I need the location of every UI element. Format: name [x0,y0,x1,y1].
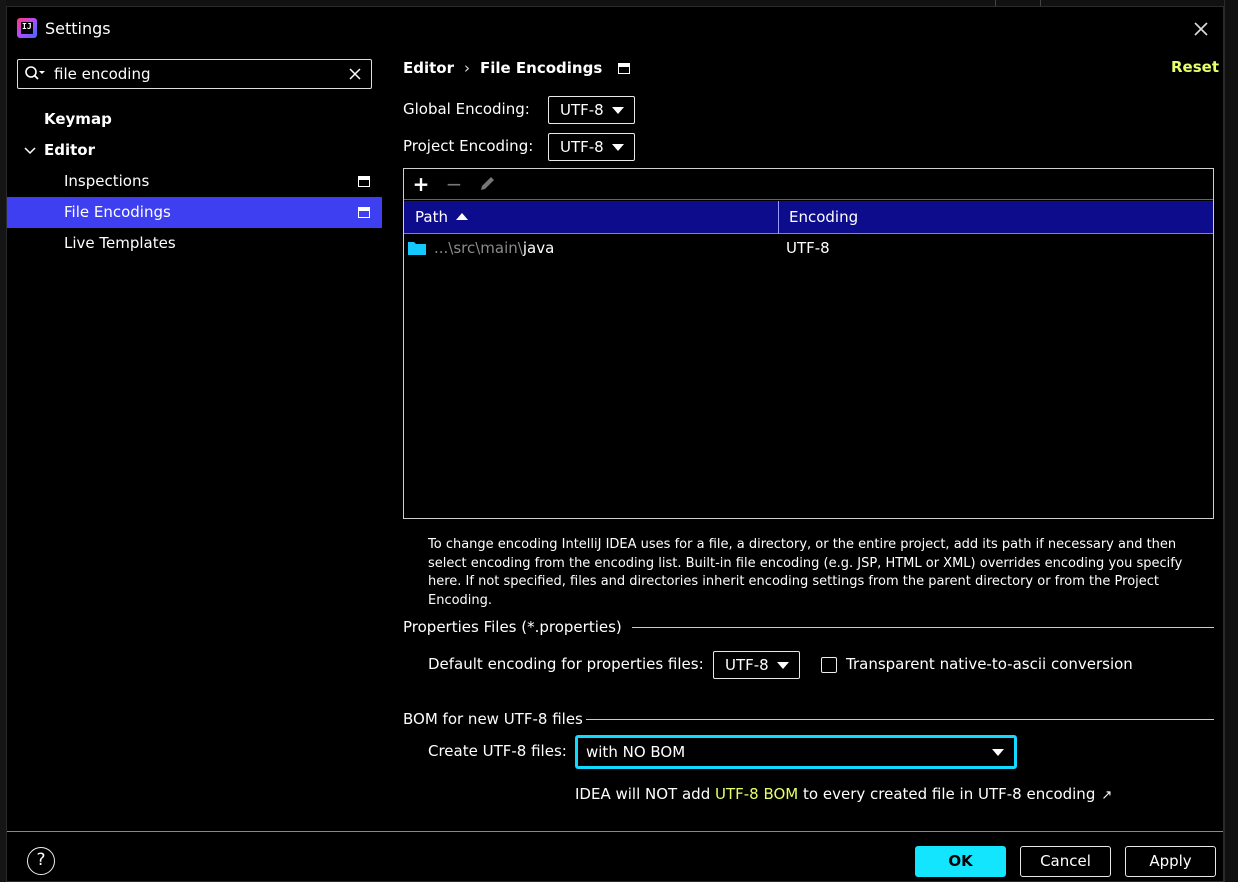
properties-encoding-value: UTF-8 [725,656,769,674]
breadcrumb-parent[interactable]: Editor [403,59,454,77]
column-header-encoding[interactable]: Encoding [789,208,858,226]
utf8-bom-link[interactable]: UTF-8 BOM [715,785,798,803]
footer-divider [7,831,1223,832]
settings-sidebar: Keymap Editor Inspections File Encodings… [7,51,383,831]
help-button[interactable]: ? [27,847,55,875]
create-utf8-label: Create UTF-8 files: [428,742,567,760]
encoding-help-text: To change encoding IntelliJ IDEA uses fo… [428,537,1183,608]
breadcrumb-current: File Encodings [480,59,603,77]
cancel-button[interactable]: Cancel [1020,846,1111,877]
column-divider[interactable] [778,201,779,234]
sidebar-item-label: File Encodings [64,203,171,221]
intellij-logo-icon: IJ [17,18,37,38]
column-header-path[interactable]: Path [415,208,448,226]
project-level-icon [358,176,370,187]
table-toolbar: + − [404,169,1213,200]
ok-button[interactable]: OK [915,846,1006,877]
project-encoding-select[interactable]: UTF-8 [548,133,635,161]
transparent-conversion-label[interactable]: Transparent native-to-ascii conversion [846,655,1133,673]
bom-note-suffix: to every created file in UTF-8 encoding [798,785,1096,803]
breadcrumb: Editor › File Encodings [403,57,631,79]
properties-default-label: Default encoding for properties files: [428,655,704,673]
bom-section-title: BOM for new UTF-8 files [403,710,583,728]
path-encoding-table: + − Path Encoding ...\src\main\java UTF-… [403,168,1214,519]
reset-link[interactable]: Reset [1171,58,1219,76]
sidebar-item-label: Keymap [44,110,112,128]
sidebar-item-label: Live Templates [64,234,176,252]
dropdown-arrow-icon [612,107,624,114]
sidebar-item-editor[interactable]: Editor [7,135,382,166]
table-header: Path Encoding [404,201,1213,234]
create-utf8-select[interactable]: with NO BOM [575,735,1017,769]
edit-pencil-icon[interactable] [476,173,498,195]
global-encoding-select[interactable]: UTF-8 [548,96,635,124]
sidebar-item-live-templates[interactable]: Live Templates [7,228,382,259]
external-link-icon[interactable]: ↗ [1101,788,1112,803]
settings-dialog: IJ Settings Keymap Editor [6,6,1224,882]
dropdown-arrow-icon [992,749,1004,756]
path-prefix: ...\src\main\ [434,239,523,257]
project-level-icon [358,207,370,218]
apply-button[interactable]: Apply [1125,846,1216,877]
table-row[interactable]: ...\src\main\java UTF-8 [404,234,1213,264]
bom-note: IDEA will NOT add UTF-8 BOM to every cre… [575,785,1112,803]
settings-content: Editor › File Encodings Reset Global Enc… [383,51,1225,831]
project-encoding-label: Project Encoding: [403,137,534,155]
sidebar-item-inspections[interactable]: Inspections [7,166,382,197]
bom-note-prefix: IDEA will NOT add [575,785,715,803]
desktop-background-right [1224,0,1238,882]
transparent-conversion-checkbox[interactable] [821,657,837,673]
remove-icon[interactable]: − [443,173,465,195]
search-input[interactable] [54,63,334,85]
breadcrumb-separator: › [464,59,470,77]
path-cell: ...\src\main\java [434,239,554,257]
sort-ascending-icon [456,213,468,220]
add-icon[interactable]: + [410,173,432,195]
folder-icon [408,242,426,255]
dropdown-arrow-icon [612,144,624,151]
title-bar: IJ Settings [7,7,1223,51]
sidebar-item-label: Inspections [64,172,150,190]
sidebar-item-file-encodings[interactable]: File Encodings [7,197,382,228]
create-utf8-value: with NO BOM [586,743,686,761]
close-icon[interactable] [1191,19,1211,39]
global-encoding-value: UTF-8 [560,101,604,119]
search-box[interactable] [17,59,372,89]
search-icon[interactable] [24,65,46,83]
sidebar-item-label: Editor [44,141,95,159]
sidebar-item-keymap[interactable]: Keymap [7,104,382,135]
project-encoding-value: UTF-8 [560,138,604,156]
properties-encoding-select[interactable]: UTF-8 [713,651,800,679]
properties-section-title: Properties Files (*.properties) [403,618,622,636]
project-level-icon [618,62,631,74]
section-divider [586,719,1214,720]
section-divider [632,627,1214,628]
encoding-cell[interactable]: UTF-8 [786,239,830,257]
window-title: Settings [45,19,111,38]
chevron-down-icon[interactable] [23,144,37,158]
dropdown-arrow-icon [777,662,789,669]
path-name: java [522,239,555,257]
global-encoding-label: Global Encoding: [403,100,530,118]
clear-search-icon[interactable] [348,67,362,81]
